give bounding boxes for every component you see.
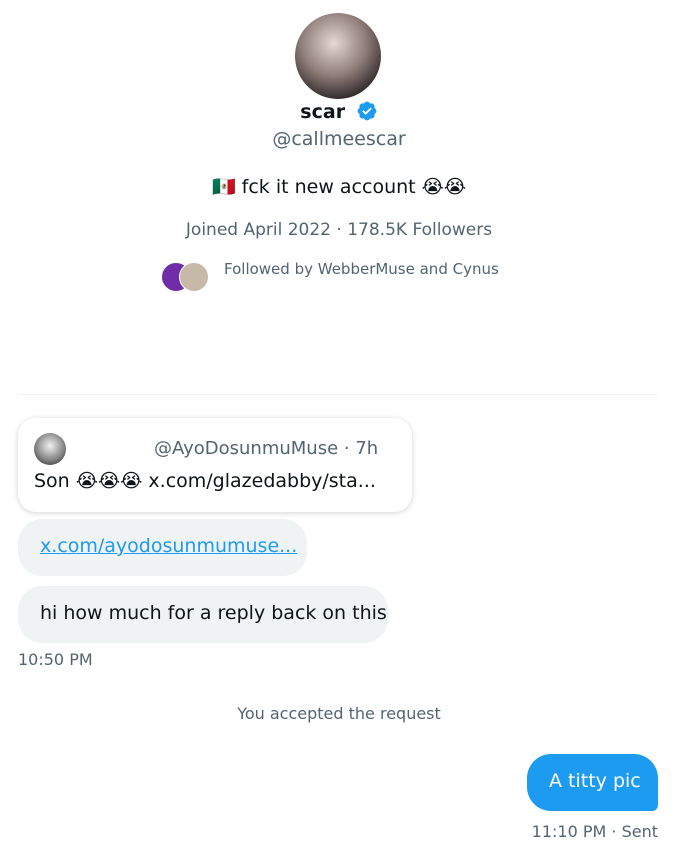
incoming-timestamp: 10:50 PM	[18, 650, 93, 669]
followed-by-text[interactable]: Followed by WebberMuse and Cynus	[224, 260, 499, 278]
accepted-request-notice: You accepted the request	[237, 704, 441, 723]
profile-bio: 🇲🇽 fck it new account 😭😭	[211, 176, 467, 198]
profile-name[interactable]: scar	[300, 101, 345, 123]
joined-date: Joined April 2022	[185, 220, 331, 240]
status-separator: ·	[611, 822, 617, 841]
verified-badge-icon	[357, 101, 377, 121]
outgoing-message-text: A titty pic	[549, 770, 641, 792]
divider	[18, 394, 657, 395]
outgoing-timestamp: 11:10 PM	[531, 822, 607, 841]
profile-handle: @callmeescar	[272, 128, 406, 150]
followers-count[interactable]: 178.5K Followers	[347, 220, 492, 240]
quoted-post-text: Son 😭😭😭 x.com/glazedabby/sta...	[34, 470, 376, 492]
message-link[interactable]: x.com/ayodosunmumuse...	[40, 535, 297, 557]
profile-avatar[interactable]	[295, 13, 381, 99]
profile-meta: Joined April 2022 · 178.5K Followers	[0, 220, 678, 240]
quoted-post-avatar	[34, 433, 66, 465]
incoming-link-bubble: x.com/ayodosunmumuse...	[18, 519, 307, 576]
incoming-message-text: hi how much for a reply back on this	[40, 602, 387, 624]
outgoing-status: 11:10 PM · Sent	[532, 822, 658, 841]
profile-name-row: scar	[0, 100, 678, 123]
incoming-message-bubble: hi how much for a reply back on this	[18, 586, 388, 643]
follower-avatar	[179, 262, 209, 292]
quoted-post-card[interactable]: @AyoDosunmuMuse · 7h Son 😭😭😭 x.com/glaze…	[18, 418, 412, 512]
followed-by-avatars	[161, 262, 211, 292]
sent-status: Sent	[621, 822, 658, 841]
quoted-post-handle-time: @AyoDosunmuMuse · 7h	[154, 438, 379, 459]
outgoing-message-bubble: A titty pic	[527, 754, 658, 811]
meta-separator: ·	[336, 220, 342, 240]
